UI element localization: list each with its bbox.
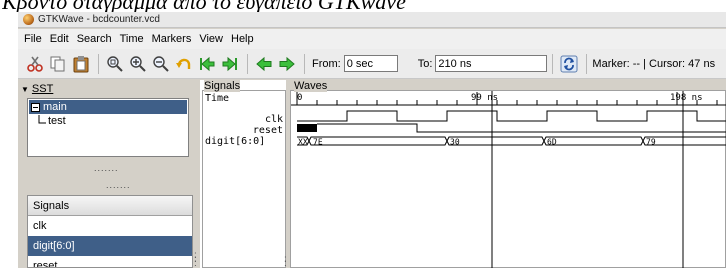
waves-pane-title: Waves <box>294 80 328 92</box>
page-right-icon[interactable] <box>276 53 298 75</box>
menu-time[interactable]: Time <box>120 33 144 45</box>
zoom-to-start-icon[interactable] <box>196 53 218 75</box>
to-time-input[interactable] <box>435 55 548 72</box>
gtkwave-app-icon <box>23 14 34 25</box>
waves-pane: 0 99 ns 198 ns XX 7E 30 6D 79 Waves <box>288 80 726 268</box>
digit-value-7e: 7E <box>313 138 323 147</box>
time-label-start: 0 <box>297 93 302 103</box>
sst-signal-list: Signals clk digit[6:0] reset <box>27 195 193 268</box>
reset-unknown-block <box>297 124 317 132</box>
hierarchy-tree: main test <box>27 98 189 157</box>
page-left-icon[interactable] <box>253 53 275 75</box>
digit-bus-waveform <box>297 136 726 146</box>
toolbar-separator <box>552 53 554 74</box>
sst-pane: ▼ SST main test ....... ....... Signals … <box>18 80 198 268</box>
signals-pane-title: Signals <box>204 80 241 92</box>
toolbar-separator <box>247 53 248 74</box>
waveform-canvas[interactable]: 0 99 ns 198 ns XX 7E 30 6D 79 <box>291 91 726 268</box>
toolbar-separator <box>586 53 588 74</box>
title-bar: GTKWave - bcdcounter.vcd <box>18 12 726 28</box>
signal-row-clk[interactable]: clk <box>203 114 283 125</box>
sst-header[interactable]: ▼ SST <box>21 82 53 96</box>
signal-row-time[interactable]: Time <box>205 93 285 104</box>
tree-item-main[interactable]: main <box>29 100 187 114</box>
clk-waveform <box>297 110 726 122</box>
marker-cursor-status: Marker: -- | Cursor: 47 ns <box>592 57 716 70</box>
sst-signals-header[interactable]: Signals <box>28 196 192 216</box>
signal-row-reset[interactable]: reset <box>203 125 283 136</box>
digit-value-79: 79 <box>646 138 656 147</box>
signals-list: Time clk reset digit[6:0] <box>202 90 286 268</box>
cut-icon[interactable] <box>24 53 46 75</box>
zoom-fit-icon[interactable] <box>104 53 126 75</box>
waveform-area[interactable]: 0 99 ns 198 ns XX 7E 30 6D 79 <box>290 90 726 268</box>
pane-resize-handle[interactable]: ....... <box>94 163 119 173</box>
tree-item-test[interactable]: test <box>38 114 66 128</box>
sst-signal-reset[interactable]: reset <box>28 256 192 267</box>
digit-value-xx: XX <box>298 138 308 147</box>
from-time-input[interactable] <box>343 55 398 72</box>
menu-markers[interactable]: Markers <box>152 33 192 45</box>
sst-title: SST <box>31 83 54 95</box>
paste-icon[interactable] <box>70 53 92 75</box>
reload-icon[interactable] <box>558 53 580 75</box>
sst-signal-digit[interactable]: digit[6:0] <box>28 236 192 256</box>
to-label: To: <box>417 57 433 70</box>
zoom-in-icon[interactable] <box>127 53 149 75</box>
toolbar-separator <box>304 53 305 74</box>
from-label: From: <box>312 57 341 70</box>
pane-divider-handle[interactable]: ::: <box>194 251 198 268</box>
menu-file[interactable]: File <box>24 33 42 45</box>
reset-waveform <box>317 123 726 133</box>
digit-value-6d: 6D <box>547 138 557 147</box>
gtkwave-window: GTKWave - bcdcounter.vcd File Edit Searc… <box>18 12 726 268</box>
tree-item-test-label: test <box>48 115 66 127</box>
expander-down-icon[interactable]: ▼ <box>21 85 29 94</box>
menu-help[interactable]: Help <box>231 33 254 45</box>
signals-pane: Time clk reset digit[6:0] Signals :: <box>200 80 287 268</box>
menu-bar: File Edit Search Time Markers View Help <box>18 29 726 49</box>
tree-branch-line-icon <box>38 115 46 124</box>
sst-signal-clk[interactable]: clk <box>28 216 192 236</box>
timeline-ticks <box>296 92 718 105</box>
window-title: GTKWave - bcdcounter.vcd <box>38 14 160 25</box>
time-label-99ns: 99 ns <box>471 93 498 103</box>
zoom-out-icon[interactable] <box>150 53 172 75</box>
time-label-198ns: 198 ns <box>670 93 703 103</box>
zoom-to-end-icon[interactable] <box>219 53 241 75</box>
menu-view[interactable]: View <box>199 33 223 45</box>
tree-item-main-label: main <box>43 101 67 113</box>
undo-zoom-icon[interactable] <box>173 53 195 75</box>
caption-text: Κβοντο οταγραμμα απο το ευγαπειο GTKwave <box>2 0 726 12</box>
menu-edit[interactable]: Edit <box>50 33 69 45</box>
digit-value-30: 30 <box>450 138 460 147</box>
collapse-icon[interactable] <box>31 102 40 112</box>
toolbar-separator <box>98 53 99 74</box>
menu-search[interactable]: Search <box>77 33 112 45</box>
copy-icon[interactable] <box>47 53 69 75</box>
toolbar: From: To: Marker: -- | Cursor: 47 ns <box>18 49 726 79</box>
signal-row-digit[interactable]: digit[6:0] <box>205 136 285 147</box>
pane-resize-handle[interactable]: ....... <box>106 180 131 190</box>
